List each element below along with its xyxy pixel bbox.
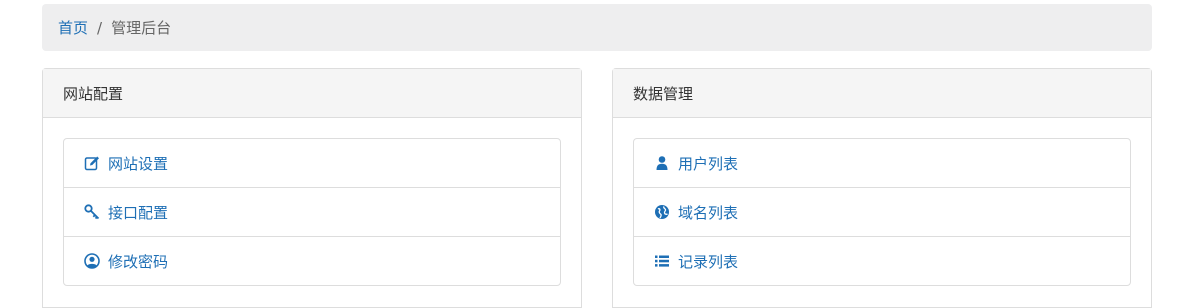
edit-icon	[84, 155, 100, 171]
list-item-label: 网站设置	[108, 154, 169, 173]
globe-icon	[654, 204, 670, 220]
breadcrumb-home-link[interactable]: 首页	[58, 17, 88, 38]
list-item-label: 域名列表	[678, 203, 739, 222]
breadcrumb-separator: /	[97, 18, 103, 37]
list-item-label: 记录列表	[678, 252, 739, 271]
list-item-label: 修改密码	[108, 252, 169, 271]
data-management-panel: 数据管理 用户列表 域名列表 记录列表	[612, 68, 1152, 308]
user-circle-icon	[84, 253, 100, 269]
key-icon	[84, 204, 100, 220]
breadcrumb: 首页 / 管理后台	[42, 4, 1152, 51]
api-config-link[interactable]: 接口配置	[64, 188, 560, 237]
user-list-link[interactable]: 用户列表	[634, 139, 1130, 188]
record-list-link[interactable]: 记录列表	[634, 237, 1130, 285]
list-icon	[654, 253, 670, 269]
site-settings-link[interactable]: 网站设置	[64, 139, 560, 188]
list-item-label: 接口配置	[108, 203, 169, 222]
user-icon	[654, 155, 670, 171]
panel-title: 网站配置	[63, 84, 124, 103]
panel-heading: 网站配置	[43, 69, 581, 118]
data-management-list: 用户列表 域名列表 记录列表	[633, 138, 1131, 286]
panel-title: 数据管理	[633, 84, 694, 103]
site-config-list: 网站设置 接口配置 修改密码	[63, 138, 561, 286]
list-item-label: 用户列表	[678, 154, 739, 173]
change-password-link[interactable]: 修改密码	[64, 237, 560, 285]
domain-list-link[interactable]: 域名列表	[634, 188, 1130, 237]
breadcrumb-current: 管理后台	[111, 19, 172, 37]
panel-heading: 数据管理	[613, 69, 1151, 118]
site-config-panel: 网站配置 网站设置 接口配置 修改密码	[42, 68, 582, 308]
